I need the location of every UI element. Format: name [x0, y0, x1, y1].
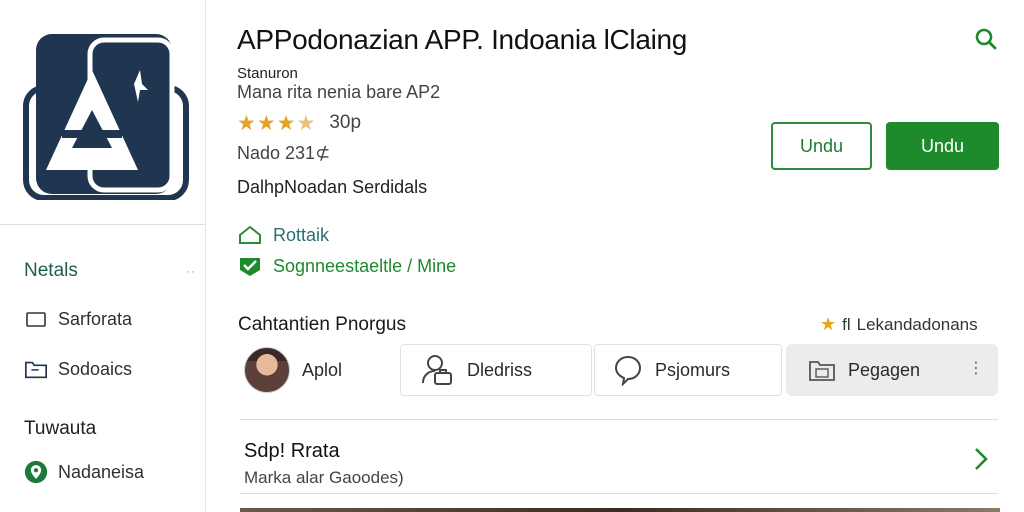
install-button[interactable]: Undu — [886, 122, 999, 170]
section-right-label: Lekandadonans — [856, 314, 978, 334]
star-icon: ★ — [237, 111, 256, 135]
chat-bubble-icon — [614, 355, 642, 386]
section-right-prefix: fl — [842, 314, 851, 334]
star-rating: ★ ★ ★ ★ — [237, 113, 315, 134]
app-subtitle: Mana rita nenia bare AP2 — [237, 82, 441, 102]
sidebar-item-label: Sodoaics — [58, 358, 133, 379]
home-outline-icon — [239, 225, 261, 244]
tab-messages[interactable]: Psjomurs — [594, 344, 782, 396]
section-rating[interactable]: ★ fl Lekandadonans — [820, 314, 978, 335]
tab-label: Dledriss — [467, 359, 533, 380]
app-logo-icon — [23, 34, 189, 200]
person-briefcase-icon — [422, 355, 452, 385]
feature-label: Rottaik — [273, 224, 330, 245]
sidebar-item-label: Nadaneisa — [58, 461, 145, 482]
feature-item: Sognneestaeltle / Mine — [237, 254, 456, 278]
sidebar-heading-details: Netals — [24, 260, 78, 281]
sidebar-item-3[interactable]: Nadaneisa — [24, 460, 144, 484]
tab-pages[interactable]: Pegagen ⋮ — [786, 344, 998, 396]
tab-label: Pegagen — [848, 359, 921, 380]
section-title: Cahtantien Pnorgus — [238, 314, 406, 335]
divider — [240, 419, 998, 420]
divider — [0, 224, 205, 225]
search-icon[interactable] — [972, 25, 1000, 53]
tab-label: Aplol — [302, 359, 343, 380]
tab-details[interactable]: Dledriss — [400, 344, 592, 396]
avatar — [244, 347, 290, 393]
list-row-subtitle: Marka alar Gaoodes) — [244, 468, 404, 487]
folder-calendar-icon — [809, 361, 835, 381]
sidebar-more-icon[interactable]: ·· — [186, 264, 196, 278]
tab-profile[interactable]: Aplol — [238, 344, 398, 396]
rating-count: 30p — [329, 112, 362, 133]
rating: ★ ★ ★ ★ 30p — [237, 112, 361, 134]
version-text: Nado 231⊄ — [237, 143, 331, 163]
shield-pin-icon — [24, 460, 48, 484]
developer-name[interactable]: Stanuron — [237, 65, 298, 82]
square-icon — [24, 307, 48, 331]
star-icon: ★ — [256, 111, 276, 135]
check-badge-icon — [240, 258, 260, 276]
thumbnail-strip — [240, 508, 1000, 512]
star-half-icon: ★ — [296, 111, 316, 135]
app-tagline: DalhpNoadan Serdidals — [237, 177, 428, 197]
app-title: APPodonazian APP. Indoania lClaing — [237, 24, 688, 55]
sidebar-item-label: Sarforata — [58, 308, 133, 329]
feature-label: Sognneestaeltle / Mine — [273, 255, 457, 276]
tab-label: Psjomurs — [655, 359, 731, 380]
sidebar-item-1[interactable]: Sarforata — [24, 307, 132, 331]
feature-item: Rottaik — [237, 224, 329, 246]
secondary-download-button[interactable]: Undu — [771, 122, 872, 170]
more-vertical-icon[interactable]: ⋮ — [968, 358, 984, 378]
tab-row: Aplol Dledriss Psjomurs Pegagen ⋮ — [238, 344, 1000, 396]
sidebar: Netals ·· Sarforata Sodoaics Tuwauta Nad… — [0, 0, 206, 512]
divider — [240, 493, 998, 494]
sidebar-heading-2: Tuwauta — [24, 418, 97, 439]
star-icon: ★ — [820, 314, 837, 334]
star-icon: ★ — [276, 111, 296, 135]
chevron-right-icon[interactable] — [970, 444, 992, 474]
list-row-title[interactable]: Sdp! Rrata — [244, 440, 340, 463]
folder-icon — [24, 357, 48, 381]
app-store-page: Netals ·· Sarforata Sodoaics Tuwauta Nad… — [0, 0, 1024, 512]
sidebar-item-2[interactable]: Sodoaics — [24, 357, 132, 381]
